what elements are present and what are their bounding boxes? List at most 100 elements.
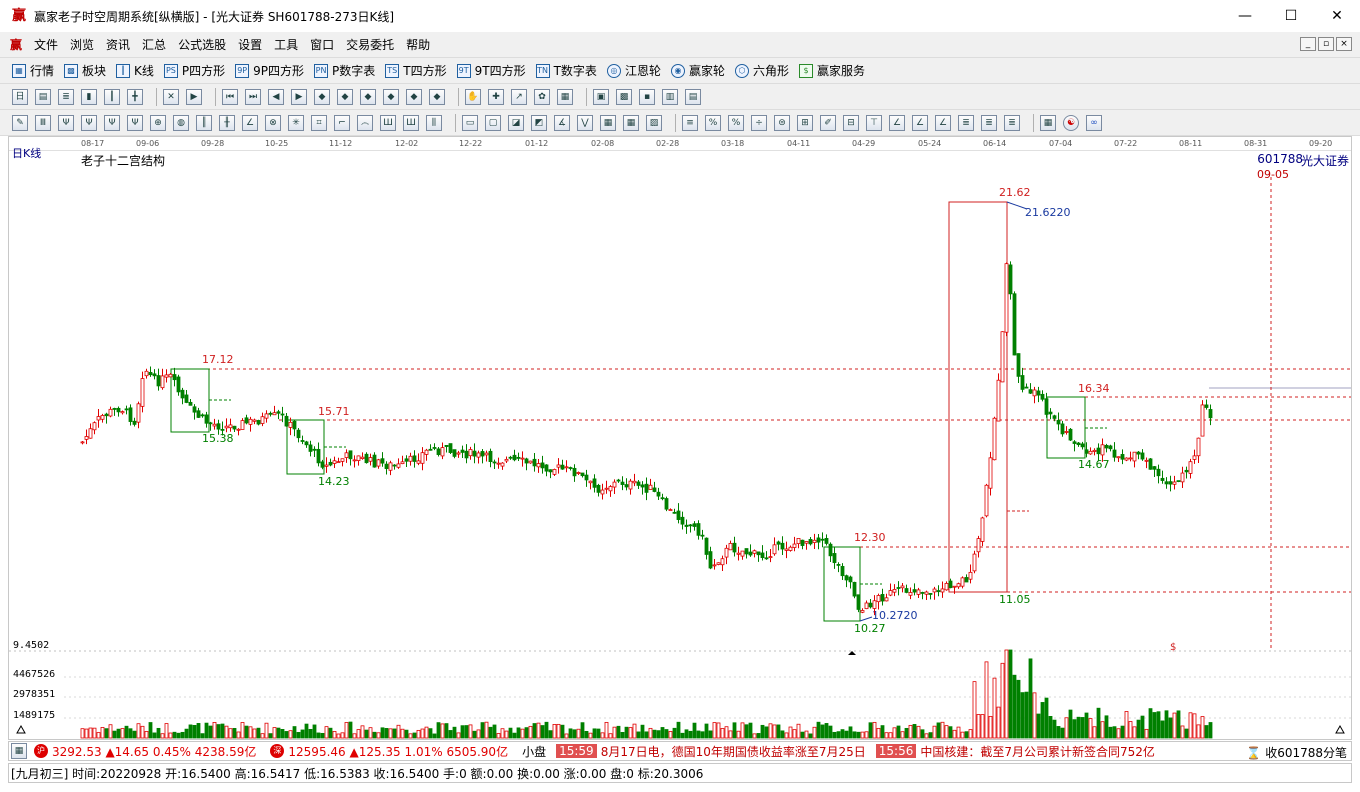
infinity-icon[interactable]: ∞ — [1086, 114, 1102, 131]
window-icon[interactable]: ▦ — [1040, 114, 1056, 131]
scroll-right-icon[interactable] — [1335, 724, 1345, 734]
fan-lines-icon[interactable]: ∠ — [889, 114, 905, 131]
calculator-icon[interactable]: ▩ — [616, 88, 632, 105]
news-text-2[interactable]: 中国核建：截至7月公司累计新签合同752亿 — [920, 743, 1155, 760]
menu-window[interactable]: 窗口 — [304, 36, 340, 53]
toolbar-t-square[interactable]: TS T四方形 — [385, 62, 447, 79]
pattern-icon[interactable]: ✿ — [534, 88, 550, 105]
shift-left-icon[interactable]: ◆ — [360, 88, 376, 105]
fan-lines2-icon[interactable]: ∠ — [912, 114, 928, 131]
fork3-icon[interactable]: Ψ — [104, 114, 120, 131]
cycle-icon[interactable]: ◍ — [173, 114, 189, 131]
menu-app-icon[interactable]: 赢 — [10, 36, 28, 53]
cross-out-icon[interactable]: ✕ — [163, 88, 179, 105]
candlestick-icon[interactable]: ┃ — [104, 88, 120, 105]
toolbar-p-square[interactable]: PS P四方形 — [163, 62, 225, 79]
grid-lines2-icon[interactable]: ≣ — [981, 114, 997, 131]
target-icon[interactable]: ⊗ — [265, 114, 281, 131]
zoom-in-icon[interactable]: ◆ — [314, 88, 330, 105]
ratio-icon[interactable]: ÷ — [751, 114, 767, 131]
menu-tools[interactable]: 工具 — [268, 36, 304, 53]
pen-level-icon[interactable]: ✐ — [820, 114, 836, 131]
toolbar-9p-square[interactable]: 9P 9P四方形 — [235, 62, 304, 79]
fork-icon[interactable]: Ψ — [58, 114, 74, 131]
toolbar-blocks[interactable]: ▩ 板块 — [64, 62, 106, 79]
spiral-icon[interactable]: ෴ — [357, 114, 373, 131]
table-icon[interactable]: ▦ — [600, 114, 616, 131]
parallel-lines-icon[interactable]: Ⅲ — [35, 114, 51, 131]
toolbar-hexagon[interactable]: ⬡ 六角形 — [734, 62, 789, 79]
layout-icon[interactable]: ▤ — [35, 88, 51, 105]
box-diag-icon[interactable]: ◪ — [508, 114, 524, 131]
taiji-icon[interactable]: ☯ — [1063, 114, 1079, 131]
scroll-up-icon[interactable] — [16, 724, 26, 734]
box-icon[interactable]: ▢ — [485, 114, 501, 131]
ohlc-icon[interactable]: ╋ — [127, 88, 143, 105]
toolbar-t-table[interactable]: TN T数字表 — [535, 62, 597, 79]
flag-icon[interactable]: ▶ — [186, 88, 202, 105]
calendar-icon[interactable]: ▣ — [593, 88, 609, 105]
menu-file[interactable]: 文件 — [28, 36, 64, 53]
last-icon[interactable]: ⏭ — [245, 88, 261, 105]
hand-icon[interactable]: ✋ — [465, 88, 481, 105]
bracket-icon[interactable]: ⌐ — [334, 114, 350, 131]
ruler-icon[interactable]: ⊞ — [797, 114, 813, 131]
fib-icon[interactable]: ⊟ — [843, 114, 859, 131]
minimize-button[interactable]: — — [1222, 0, 1268, 32]
mdi-close-icon[interactable]: × — [1336, 37, 1352, 51]
shift-up-icon[interactable]: ◆ — [406, 88, 422, 105]
close-button[interactable]: ✕ — [1314, 0, 1360, 32]
table2-icon[interactable]: ▦ — [623, 114, 639, 131]
save-icon[interactable]: ▪ — [639, 88, 655, 105]
export-icon[interactable]: ▤ — [685, 88, 701, 105]
menu-summary[interactable]: 汇总 — [136, 36, 172, 53]
period-dropdown-icon[interactable]: 日 — [12, 88, 28, 105]
menu-formula[interactable]: 公式选股 — [172, 36, 232, 53]
shift-right-icon[interactable]: ◆ — [383, 88, 399, 105]
zoom-out-icon[interactable]: ◆ — [337, 88, 353, 105]
mdi-minimize-icon[interactable]: _ — [1300, 37, 1316, 51]
quote-list-icon[interactable]: ▦ — [11, 743, 27, 759]
arrow-line-icon[interactable]: ↗ — [511, 88, 527, 105]
vertical-lines-icon[interactable]: ║ — [196, 114, 212, 131]
zigzag-icon[interactable]: ⋁ — [577, 114, 593, 131]
fork2-icon[interactable]: Ψ — [81, 114, 97, 131]
toolbar-service[interactable]: $ 赢家服务 — [798, 62, 865, 79]
maximize-button[interactable]: ☐ — [1268, 0, 1314, 32]
print-icon[interactable]: ▥ — [662, 88, 678, 105]
hatch-icon[interactable]: ▨ — [646, 114, 662, 131]
document-icon[interactable]: ≣ — [58, 88, 74, 105]
box-diag2-icon[interactable]: ◩ — [531, 114, 547, 131]
news-text-1[interactable]: 8月17日电，德国10年期国债收益率涨至7月25日 — [601, 743, 866, 760]
tick-detail-button[interactable]: ⌛ 收601788分笔 — [1242, 744, 1347, 760]
grid-lines-icon[interactable]: ≣ — [958, 114, 974, 131]
gold-icon[interactable]: ⊤ — [866, 114, 882, 131]
comb2-icon[interactable]: Ш — [403, 114, 419, 131]
shenzhen-index[interactable]: 深 12595.46 ▲125.35 1.01% 6505.90亿 — [270, 743, 508, 760]
bar-chart-icon[interactable]: ▮ — [81, 88, 97, 105]
fib-lines-icon[interactable]: ╫ — [219, 114, 235, 131]
comb-icon[interactable]: Ш — [380, 114, 396, 131]
circle-grid-icon[interactable]: ⊕ — [150, 114, 166, 131]
grid-view-icon[interactable]: ▦ — [557, 88, 573, 105]
shift-down-icon[interactable]: ◆ — [429, 88, 445, 105]
toolbar-gann-wheel[interactable]: ◎ 江恩轮 — [606, 62, 661, 79]
toolbar-quotes[interactable]: ▦ 行情 — [12, 62, 54, 79]
percent-icon[interactable]: % — [728, 114, 744, 131]
fan-icon[interactable]: ∠ — [242, 114, 258, 131]
coin-icon[interactable]: ⊜ — [774, 114, 790, 131]
percent-lines-icon[interactable]: % — [705, 114, 721, 131]
menu-help[interactable]: 帮助 — [400, 36, 436, 53]
toolbar-9t-square[interactable]: 9T 9T四方形 — [456, 62, 526, 79]
crosshair-icon[interactable]: ✚ — [488, 88, 504, 105]
level-icon[interactable]: ≡ — [682, 114, 698, 131]
kline-chart-panel[interactable]: 08-17 09-06 09-28 10-25 11-12 12-02 12-22 01-12… — [8, 136, 1352, 740]
mesh-icon[interactable]: ⌗ — [311, 114, 327, 131]
grid-lines3-icon[interactable]: ≣ — [1004, 114, 1020, 131]
next-icon[interactable]: ▶ — [291, 88, 307, 105]
pen-icon[interactable]: ✎ — [12, 114, 28, 131]
toolbar-p-table[interactable]: PN P数字表 — [314, 62, 375, 79]
menu-settings[interactable]: 设置 — [232, 36, 268, 53]
mdi-restore-icon[interactable]: ▫ — [1318, 37, 1334, 51]
toolbar-winner-wheel[interactable]: ◉ 赢家轮 — [670, 62, 725, 79]
